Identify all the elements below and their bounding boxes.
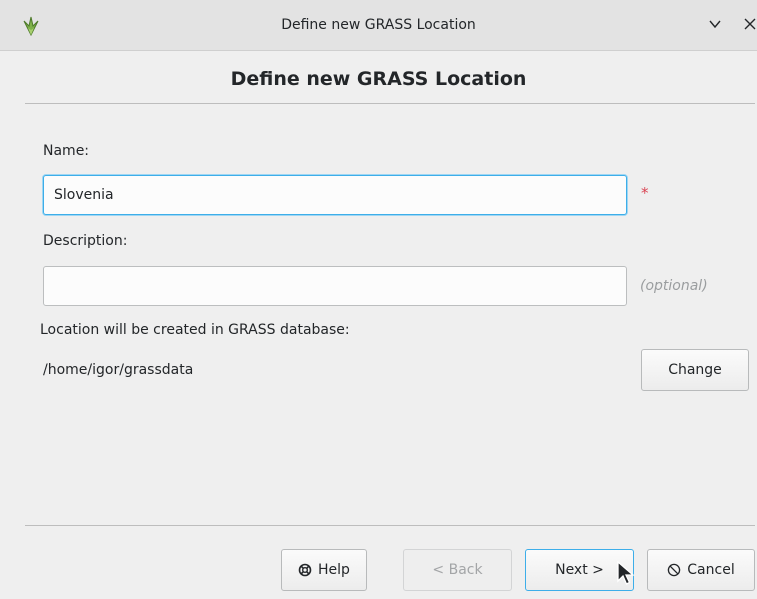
- help-button[interactable]: Help: [281, 549, 367, 591]
- required-marker: *: [641, 184, 649, 202]
- lifebuoy-icon: [298, 563, 312, 577]
- database-location-label: Location will be created in GRASS databa…: [40, 322, 350, 338]
- optional-hint: (optional): [640, 278, 708, 294]
- no-entry-icon: [668, 563, 681, 577]
- window-title: Define new GRASS Location: [281, 17, 476, 33]
- minimize-button[interactable]: [705, 14, 725, 34]
- footer-divider: [25, 525, 755, 526]
- name-label: Name:: [43, 143, 90, 159]
- close-icon: [744, 18, 756, 30]
- header-divider: [25, 103, 755, 104]
- mouse-pointer-icon: [617, 561, 635, 585]
- next-button-label: Next >: [555, 562, 604, 578]
- change-button-label: Change: [668, 362, 722, 378]
- cancel-button-label: Cancel: [687, 562, 735, 578]
- description-label: Description:: [43, 233, 128, 249]
- change-database-button[interactable]: Change: [641, 349, 749, 391]
- title-bar: Define new GRASS Location: [0, 0, 757, 51]
- close-window-button[interactable]: [740, 14, 757, 34]
- description-input[interactable]: [43, 266, 627, 306]
- back-button-label: < Back: [432, 562, 483, 578]
- chevron-down-icon: [709, 20, 721, 29]
- page-heading: Define new GRASS Location: [230, 68, 527, 90]
- database-path: /home/igor/grassdata: [43, 362, 194, 378]
- cancel-button[interactable]: Cancel: [647, 549, 755, 591]
- help-button-label: Help: [318, 562, 350, 578]
- location-name-input[interactable]: [43, 175, 627, 215]
- back-button[interactable]: < Back: [403, 549, 512, 591]
